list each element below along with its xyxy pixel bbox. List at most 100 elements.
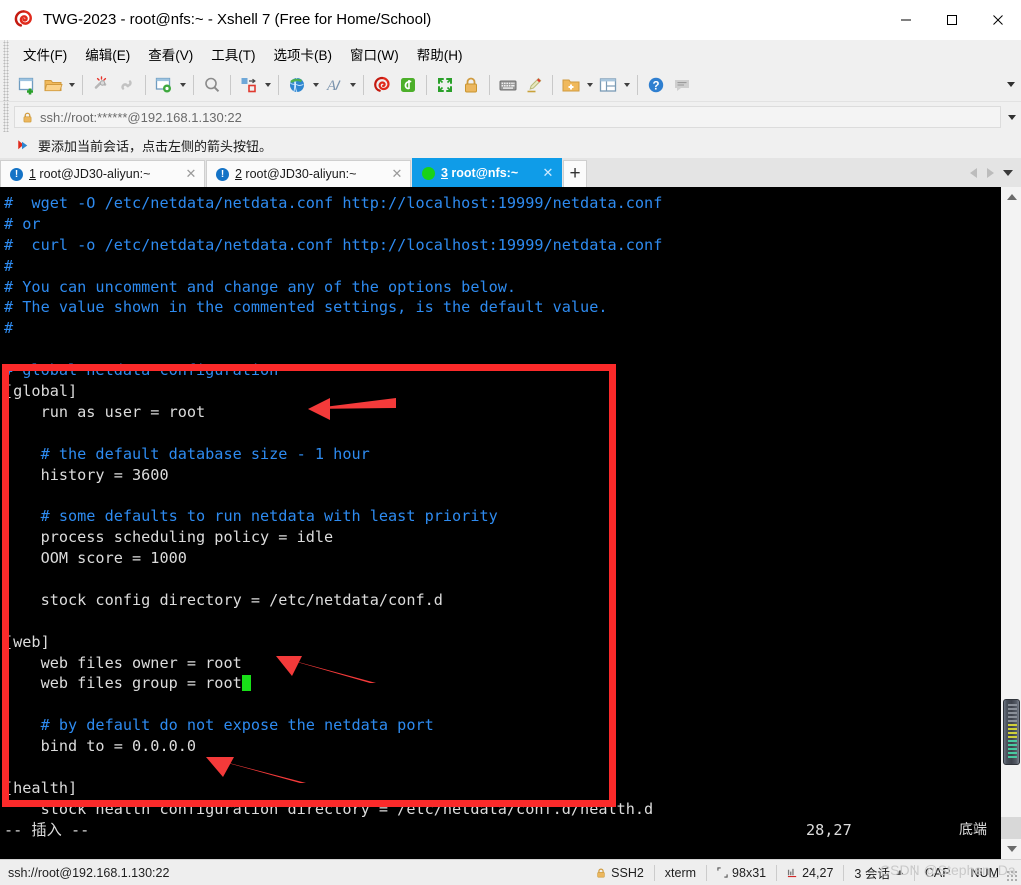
terminal-text: bind to = 0.0.0.0 <box>4 737 196 755</box>
tab-3[interactable]: 3 root@nfs:~ ✕ <box>412 158 562 187</box>
terminal-line: # the default database size - 1 hour <box>4 444 1000 465</box>
toolbar-separator <box>145 75 146 95</box>
scroll-up-icon[interactable] <box>1001 187 1021 207</box>
toolbar-grip[interactable] <box>3 68 9 101</box>
disconnect-icon[interactable] <box>88 72 114 98</box>
globe-icon[interactable] <box>284 72 310 98</box>
tab-close-button[interactable]: ✕ <box>388 165 406 183</box>
address-value: ssh://root:******@192.168.1.130:22 <box>40 110 242 125</box>
tab-label: 1 root@JD30-aliyun:~ <box>29 167 150 181</box>
resize-grip[interactable] <box>1006 870 1018 882</box>
chevron-up-icon[interactable] <box>896 870 904 875</box>
add-folder-icon[interactable] <box>558 72 584 98</box>
xftp-icon[interactable] <box>395 72 421 98</box>
file-transfer-dropdown-icon[interactable] <box>262 72 273 98</box>
menu-edit[interactable]: 编辑(E) <box>76 41 139 67</box>
vim-mode: -- 插入 -- <box>4 821 89 839</box>
tab-1[interactable]: ! 1 root@JD30-aliyun:~ ✕ <box>0 160 205 187</box>
tab-list-icon[interactable] <box>999 159 1017 186</box>
terminal-text <box>4 340 13 358</box>
status-sessions-label: 3 会话 <box>854 863 889 882</box>
highlight-icon[interactable] <box>521 72 547 98</box>
minimize-button[interactable] <box>883 0 929 40</box>
svg-text:?: ? <box>652 80 659 92</box>
toolbar-separator <box>193 75 194 95</box>
tab-next-icon[interactable] <box>982 159 999 186</box>
terminal-line <box>4 611 1000 632</box>
font-dropdown-icon[interactable] <box>347 72 358 98</box>
menu-window[interactable]: 窗口(W) <box>341 41 408 67</box>
comment-icon[interactable] <box>669 72 695 98</box>
notice-bar: 要添加当前会话，点击左侧的箭头按钮。 <box>0 132 1021 158</box>
screen-size-icon <box>717 867 728 878</box>
terminal-line <box>4 423 1000 444</box>
menu-view[interactable]: 查看(V) <box>139 41 202 67</box>
terminal-line: process scheduling policy = idle <box>4 527 1000 548</box>
open-folder-dropdown-icon[interactable] <box>66 72 77 98</box>
terminal-text: [web] <box>4 633 50 651</box>
layout-dropdown-icon[interactable] <box>621 72 632 98</box>
terminal-text: # the default database size - 1 hour <box>4 445 370 463</box>
new-tab-button[interactable]: + <box>563 160 587 187</box>
tab-title: root@nfs:~ <box>448 166 518 180</box>
globe-dropdown-icon[interactable] <box>310 72 321 98</box>
terminal-line: web files group = root <box>4 673 1000 694</box>
toolbar-separator <box>230 75 231 95</box>
terminal-line <box>4 569 1000 590</box>
find-icon[interactable] <box>199 72 225 98</box>
reconnect-icon[interactable] <box>114 72 140 98</box>
session-properties-icon[interactable] <box>151 72 177 98</box>
font-icon[interactable]: A <box>321 72 347 98</box>
menu-grip[interactable] <box>3 40 9 68</box>
terminal-output[interactable]: # wget -O /etc/netdata/netdata.conf http… <box>0 187 1000 859</box>
keyboard-icon[interactable] <box>495 72 521 98</box>
layout-icon[interactable] <box>595 72 621 98</box>
toolbar-overflow-icon[interactable] <box>1001 72 1021 98</box>
terminal-text: # <box>4 257 13 275</box>
scrollbar-thumb[interactable] <box>1003 699 1020 765</box>
lock-icon[interactable] <box>458 72 484 98</box>
menu-file[interactable]: 文件(F) <box>14 41 76 67</box>
session-properties-dropdown-icon[interactable] <box>177 72 188 98</box>
help-icon[interactable]: ? <box>643 72 669 98</box>
scroll-down-icon[interactable] <box>1001 839 1021 859</box>
tab-close-button[interactable]: ✕ <box>182 165 200 183</box>
xshell-icon[interactable] <box>369 72 395 98</box>
fullscreen-icon[interactable] <box>432 72 458 98</box>
tab-label: 3 root@nfs:~ <box>441 166 518 180</box>
scrollbar-track-bottom[interactable] <box>1001 817 1021 839</box>
tab-status-icon: ! <box>216 168 229 181</box>
menu-help[interactable]: 帮助(H) <box>408 41 472 67</box>
lock-icon <box>595 867 607 879</box>
close-button[interactable] <box>975 0 1021 40</box>
add-folder-dropdown-icon[interactable] <box>584 72 595 98</box>
file-transfer-icon[interactable] <box>236 72 262 98</box>
tab-close-button[interactable]: ✕ <box>539 164 557 182</box>
new-session-icon[interactable] <box>14 72 40 98</box>
status-sessions[interactable]: 3 会话 <box>844 860 913 885</box>
toolbar-separator <box>426 75 427 95</box>
menu-tabs[interactable]: 选项卡(B) <box>265 41 342 67</box>
open-folder-icon[interactable] <box>40 72 66 98</box>
address-grip[interactable] <box>3 102 9 132</box>
tab-prev-icon[interactable] <box>965 159 982 186</box>
menu-tools[interactable]: 工具(T) <box>202 41 264 67</box>
terminal-line: stock health configuration directory = /… <box>4 799 1000 820</box>
terminal-line: # <box>4 318 1000 339</box>
tab-label: 2 root@JD30-aliyun:~ <box>235 167 356 181</box>
terminal-text <box>4 424 13 442</box>
terminal-text: web files group = root <box>4 674 242 692</box>
terminal-line: # global netdata configuration <box>4 360 1000 381</box>
terminal-text: # by default do not expose the netdata p… <box>4 716 434 734</box>
tab-2[interactable]: ! 2 root@JD30-aliyun:~ ✕ <box>206 160 411 187</box>
terminal-text: # <box>4 319 13 337</box>
terminal-scrollbar[interactable] <box>1000 187 1021 859</box>
status-protocol: SSH2 <box>585 860 654 885</box>
address-input[interactable]: ssh://root:******@192.168.1.130:22 <box>14 106 1001 128</box>
toolbar-separator <box>552 75 553 95</box>
tab-number: 1 <box>29 167 36 181</box>
terminal-line: run as user = root <box>4 402 1000 423</box>
scrollbar-thumb-texture-yellow <box>1008 724 1017 738</box>
maximize-button[interactable] <box>929 0 975 40</box>
chevron-down-icon[interactable] <box>1003 106 1021 128</box>
